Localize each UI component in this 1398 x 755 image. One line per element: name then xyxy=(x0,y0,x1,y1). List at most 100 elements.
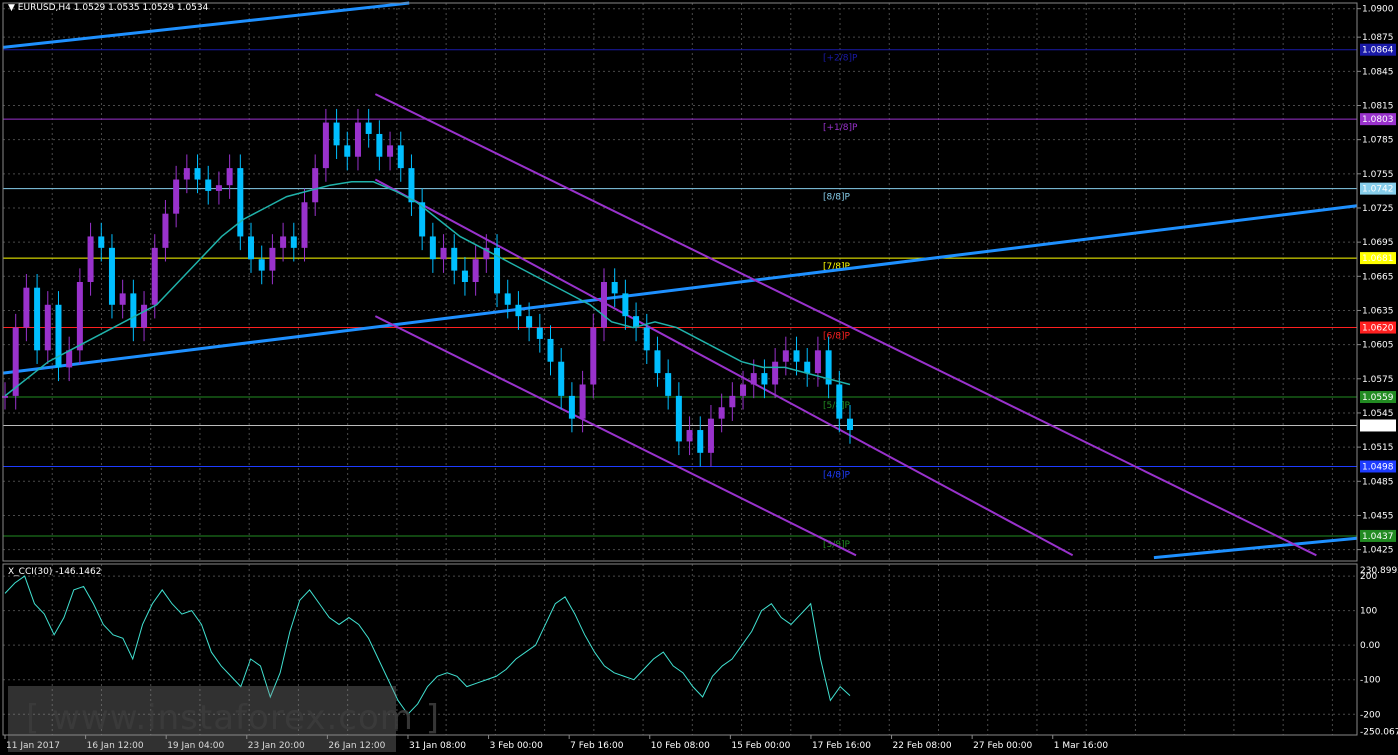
candle-body xyxy=(258,259,265,271)
candle-body xyxy=(312,168,319,203)
murrey-label: [+2/8]P xyxy=(823,54,858,64)
candle-body xyxy=(205,179,212,191)
watermark-text: [ www.instaforex.com ] xyxy=(26,698,440,738)
murrey-label: [4/8]P xyxy=(823,470,851,480)
candle-body xyxy=(76,282,83,351)
candle-body xyxy=(472,259,479,282)
y-tick-label: 1.0425 xyxy=(1362,546,1394,556)
candle-body xyxy=(237,168,244,237)
y-tick-label: 1.0845 xyxy=(1362,67,1394,77)
candle-body xyxy=(772,361,779,385)
price-tag-text: 1.0681 xyxy=(1362,254,1394,264)
candle-body xyxy=(34,287,41,351)
candle-body xyxy=(536,327,543,339)
candle-body xyxy=(130,293,137,328)
cci-tick-label: 100 xyxy=(1360,607,1377,617)
price-tag-text: 1.0498 xyxy=(1362,462,1394,472)
candle-body xyxy=(665,373,672,396)
candle-body xyxy=(675,395,682,442)
candle-body xyxy=(526,316,533,328)
candle-body xyxy=(729,395,736,408)
x-tick-label: 7 Feb 16:00 xyxy=(570,741,624,751)
candle-body xyxy=(119,293,126,305)
candle-body xyxy=(387,145,394,157)
cci-header: X_CCI(30) -146.1462 xyxy=(8,567,101,577)
x-tick-label: 10 Feb 08:00 xyxy=(651,741,710,751)
y-tick-label: 1.0755 xyxy=(1362,170,1394,180)
x-tick-label: 22 Feb 08:00 xyxy=(893,741,952,751)
candle-body xyxy=(643,327,650,351)
candle-body xyxy=(301,202,308,248)
price-tag-text: 1.0864 xyxy=(1362,46,1394,56)
candle-body xyxy=(354,122,361,157)
candle-body xyxy=(66,350,73,368)
candle-body xyxy=(654,350,661,374)
candle-body xyxy=(761,373,768,385)
ohlc-label: 1.0529 1.0535 1.0529 1.0534 xyxy=(73,3,209,13)
candle-body xyxy=(547,338,554,362)
cci-tick-label: 0.00 xyxy=(1360,641,1380,651)
main-panel-border xyxy=(2,2,1358,562)
x-tick-label: 1 Mar 16:00 xyxy=(1054,741,1109,751)
candle-body xyxy=(344,145,351,157)
y-tick-label: 1.0635 xyxy=(1362,306,1394,316)
candle-body xyxy=(451,247,458,271)
candle-body xyxy=(804,361,811,374)
watermark: [ www.instaforex.com ] xyxy=(8,686,439,752)
cci-tick-label: -250.067 xyxy=(1360,728,1398,738)
candle-body xyxy=(98,236,105,248)
symbol-label: EURUSD,H4 xyxy=(17,3,71,13)
current-price-text: 1.0534 xyxy=(1362,421,1394,431)
candle-body xyxy=(44,304,51,351)
channel-upper xyxy=(374,93,1317,557)
y-tick-label: 1.0545 xyxy=(1362,409,1394,419)
candle-body xyxy=(600,282,607,328)
y-tick-label: 1.0575 xyxy=(1362,375,1394,385)
candle-body xyxy=(847,418,853,431)
y-tick-label: 1.0665 xyxy=(1362,272,1394,282)
candle-body xyxy=(397,145,404,169)
murrey-label: [+1/8]P xyxy=(823,123,858,133)
murrey-label: [6/8]P xyxy=(823,332,851,342)
candle-body xyxy=(750,373,757,385)
candle-body xyxy=(697,430,704,453)
candle-body xyxy=(151,247,158,305)
candle-body xyxy=(333,122,340,146)
candle-body xyxy=(376,133,383,157)
candle-body xyxy=(440,247,447,260)
x-tick-label: 3 Feb 00:00 xyxy=(490,741,544,751)
candle-body xyxy=(590,327,597,385)
candle-body xyxy=(248,236,255,260)
x-tick-label: 15 Feb 00:00 xyxy=(731,741,790,751)
murrey-levels: [+2/8]P1.0864[+1/8]P1.0803[8/8]P1.0742[7… xyxy=(3,43,1396,550)
candle-body xyxy=(504,293,511,305)
candle-body xyxy=(183,168,190,180)
axes: 1.0900 1.0875 1.0845 1.0815 1.0785 1.0755 1.07… xyxy=(2,2,1398,751)
candle-body xyxy=(622,293,629,317)
price-tag-text: 1.0742 xyxy=(1362,185,1394,195)
cci-tick-label: 200 xyxy=(1360,572,1377,582)
candle-body xyxy=(162,213,169,248)
y-tick-label: 1.0485 xyxy=(1362,477,1394,487)
candle-body xyxy=(686,430,693,442)
y-tick-label: 1.0605 xyxy=(1362,341,1394,351)
chart-canvas: [+2/8]P1.0864[+1/8]P1.0803[8/8]P1.0742[7… xyxy=(2,1,1398,751)
candle-body xyxy=(793,350,800,362)
candle-body xyxy=(568,395,575,419)
candle-body xyxy=(108,247,115,305)
price-tag-text: 1.0620 xyxy=(1362,324,1394,334)
dropdown-triangle-icon[interactable]: ▼ xyxy=(8,3,15,13)
candle-body xyxy=(611,282,618,294)
cci-tick-label: -200 xyxy=(1360,710,1381,720)
trendline-bottom xyxy=(1153,536,1358,560)
x-tick-label: 31 Jan 08:00 xyxy=(409,741,466,751)
trendlines xyxy=(2,1,1358,560)
candle-body xyxy=(836,384,843,419)
candle-body xyxy=(461,270,468,282)
candle-body xyxy=(226,168,233,186)
candle-body xyxy=(579,384,586,419)
grid xyxy=(2,3,1357,735)
candle-body xyxy=(194,168,201,180)
y-tick-label: 1.0455 xyxy=(1362,511,1394,521)
candle-body xyxy=(782,350,789,362)
